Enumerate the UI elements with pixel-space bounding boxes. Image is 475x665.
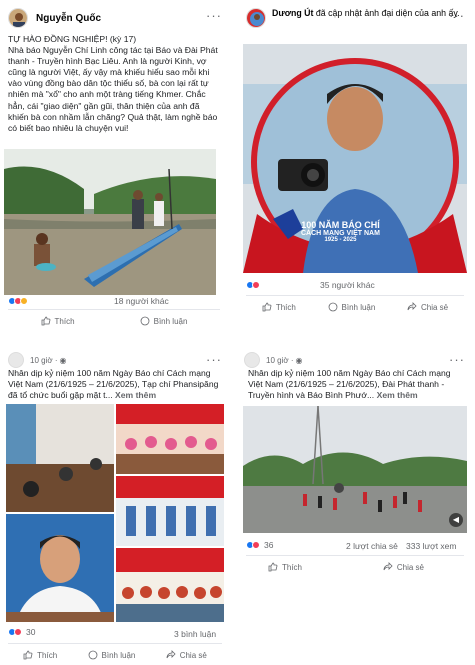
love-reaction-icon	[252, 541, 260, 549]
action-bar: Thích Chia sẻ	[246, 555, 464, 572]
post-header-text: Dương Út đã cập nhật ảnh đại diện của an…	[272, 8, 462, 19]
author-name[interactable]: Dương Út	[272, 8, 313, 18]
love-reaction-icon	[252, 281, 260, 289]
comment-button[interactable]: Bình luận	[140, 316, 188, 326]
post-card-binh-phuoc: 10 giờ · ◉ ··· Nhân dịp kỷ niệm 100 năm …	[240, 348, 471, 578]
like-button[interactable]: Thích	[41, 316, 75, 326]
see-more-link[interactable]: Xem thêm	[115, 390, 156, 400]
reaction-summary[interactable]: 36	[246, 540, 273, 550]
thumbs-up-icon	[268, 562, 278, 572]
share-label: Chia sẻ	[421, 302, 449, 312]
globe-icon: ◉	[59, 355, 67, 365]
comment-button[interactable]: Bình luận	[328, 302, 376, 312]
grid-photo-2[interactable]	[116, 404, 224, 474]
comment-count[interactable]: 3 bình luận	[174, 629, 216, 639]
share-button[interactable]: Chia sẻ	[383, 562, 424, 572]
comment-label: Bình luận	[153, 316, 188, 326]
post-header: Dương Út đã cập nhật ảnh đại diện của an…	[246, 8, 462, 28]
post-text: Nhân dịp kỷ niệm 100 năm Ngày Báo chí Cá…	[8, 368, 222, 401]
frame-subtitle: CÁCH MẠNG VIỆT NAM	[301, 230, 380, 237]
share-button[interactable]: Chia sẻ	[407, 302, 448, 312]
comment-icon	[140, 316, 150, 326]
volume-mute-icon[interactable]: ◀	[449, 513, 463, 527]
share-icon	[166, 650, 176, 659]
grid-photo-3[interactable]	[116, 476, 224, 546]
post-card-nguyen-quoc: Nguyễn Quốc ··· TỰ HÀO ĐỒNG NGHIỆP! (kỳ …	[4, 4, 228, 330]
like-label: Thích	[275, 302, 296, 312]
post-text: TỰ HÀO ĐỒNG NGHIỆP! (kỳ 17) Nhà báo Nguy…	[8, 34, 218, 133]
frame-years: 1925 - 2025	[324, 237, 357, 243]
comment-icon	[88, 650, 97, 660]
avatar[interactable]	[244, 352, 260, 368]
comment-icon	[328, 302, 337, 312]
post-text-body: Nhân dịp kỷ niệm 100 năm Ngày Báo chí Cá…	[248, 368, 451, 401]
post-video[interactable]: ◀	[243, 406, 467, 533]
post-card-duong-ut: Dương Út đã cập nhật ảnh đại diện của an…	[240, 4, 471, 320]
avatar[interactable]	[8, 352, 24, 368]
share-count[interactable]: 2 lượt chia sẻ	[346, 541, 398, 551]
more-options-icon[interactable]: ···	[206, 8, 222, 23]
grid-photo-1[interactable]	[6, 404, 114, 512]
post-text: Nhân dịp kỷ niệm 100 năm Ngày Báo chí Cá…	[248, 368, 466, 401]
share-label: Chia sẻ	[396, 562, 424, 572]
thumbs-up-icon	[41, 316, 50, 326]
comment-button[interactable]: Bình luận	[88, 650, 136, 660]
view-count: 333 lượt xem	[406, 541, 457, 551]
share-icon	[407, 302, 417, 311]
reaction-count: 30	[26, 627, 36, 637]
reaction-count: 36	[264, 540, 274, 550]
grid-photo-5[interactable]	[116, 548, 224, 622]
share-label: Chia sẻ	[179, 650, 207, 660]
post-time: 10 giờ ·	[266, 355, 294, 365]
haha-reaction-icon	[20, 297, 28, 305]
see-more-link[interactable]: Xem thêm	[377, 390, 418, 400]
share-button[interactable]: Chia sẻ	[166, 650, 207, 660]
profile-photo[interactable]: 100 NĂM BÁO CHÍ CÁCH MẠNG VIỆT NAM 1925 …	[243, 44, 467, 273]
reaction-count: 18 người khác	[114, 296, 169, 306]
thumbs-up-icon	[262, 302, 272, 312]
avatar[interactable]	[246, 8, 266, 28]
globe-icon: ◉	[295, 355, 303, 365]
like-label: Thích	[54, 316, 75, 326]
like-label: Thích	[282, 562, 303, 572]
reaction-summary[interactable]: 18 người khác	[8, 296, 169, 306]
avatar[interactable]	[8, 8, 28, 28]
frame-title: 100 NĂM BÁO CHÍ	[301, 220, 380, 230]
header-action-text: đã cập nhật ảnh đại diện của anh ấy.	[313, 8, 460, 18]
like-button[interactable]: Thích	[268, 562, 302, 572]
reaction-summary[interactable]: 30	[8, 627, 35, 637]
post-card-phansipang: 10 giờ · ◉ ··· Nhân dịp kỷ niệm 100 năm …	[4, 348, 228, 663]
reaction-count: 35 người khác	[320, 280, 375, 290]
post-header: Nguyễn Quốc	[8, 8, 101, 28]
post-header: 10 giờ · ◉	[8, 352, 66, 368]
thumbs-up-icon	[23, 650, 33, 660]
post-text-body: Nhân dịp kỷ niệm 100 năm Ngày Báo chí Cá…	[8, 368, 219, 401]
action-bar: Thích Bình luận Chia sẻ	[8, 643, 222, 660]
more-options-icon[interactable]: ···	[449, 8, 465, 23]
author-name[interactable]: Nguyễn Quốc	[36, 13, 101, 24]
action-bar: Thích Bình luận	[8, 309, 220, 326]
love-reaction-icon	[14, 628, 22, 636]
share-icon	[383, 562, 393, 571]
comment-label: Bình luận	[341, 302, 376, 312]
like-label: Thích	[37, 650, 58, 660]
post-time: 10 giờ ·	[30, 355, 58, 365]
post-header: 10 giờ · ◉	[244, 352, 302, 368]
comment-label: Bình luận	[101, 650, 136, 660]
action-bar: Thích Bình luận Chia sẻ	[246, 295, 464, 312]
reaction-summary[interactable]: 35 người khác	[246, 280, 375, 290]
photo-grid	[6, 404, 224, 622]
post-photo-river[interactable]	[4, 149, 216, 295]
grid-photo-4[interactable]	[6, 514, 114, 622]
more-options-icon[interactable]: ···	[449, 352, 465, 367]
more-options-icon[interactable]: ···	[206, 352, 222, 367]
like-button[interactable]: Thích	[23, 650, 57, 660]
like-button[interactable]: Thích	[262, 302, 296, 312]
